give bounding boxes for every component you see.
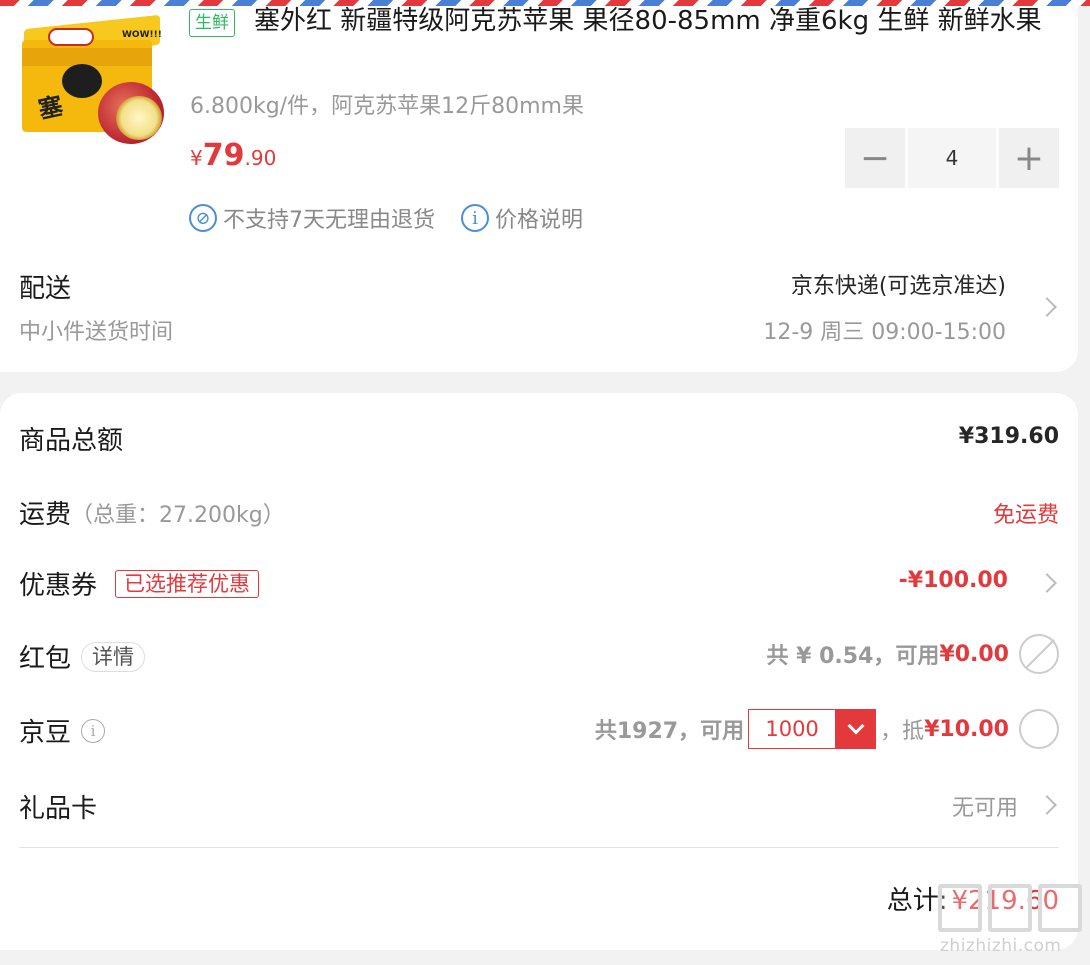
jingdou-radio[interactable] bbox=[1019, 709, 1059, 749]
price-decimal: .90 bbox=[244, 146, 277, 170]
price-info-text: 价格说明 bbox=[495, 208, 584, 233]
no-return-icon: ⊘ bbox=[189, 204, 217, 232]
quantity-input[interactable]: 4 bbox=[908, 128, 996, 188]
watermark-glyph bbox=[988, 884, 1032, 932]
no-return-notice[interactable]: ⊘ 不支持7天无理由退货 bbox=[189, 202, 435, 234]
redpacket-value: ¥0.00 bbox=[939, 641, 1009, 667]
redpacket-total: 共 ¥ 0.54，可用 bbox=[766, 644, 940, 669]
jingdou-label: 京豆 bbox=[19, 718, 72, 748]
fresh-tag: 生鲜 bbox=[189, 9, 235, 37]
jingdou-deduct-value: ¥10.00 bbox=[924, 716, 1009, 742]
jingdou-right: 共1927，可用 1000 ，抵 ¥10.00 bbox=[595, 709, 1059, 749]
delivery-sub-label: 中小件送货时间 bbox=[19, 320, 174, 345]
watermark-glyph bbox=[938, 884, 982, 932]
no-return-text: 不支持7天无理由退货 bbox=[223, 208, 435, 233]
watermark-glyph bbox=[1038, 884, 1082, 932]
delivery-label: 配送 bbox=[19, 274, 72, 304]
jingdou-amount-select[interactable]: 1000 bbox=[748, 709, 877, 749]
goods-total-label: 商品总额 bbox=[19, 426, 124, 456]
goods-total-value: ¥319.60 bbox=[958, 424, 1059, 449]
summary-divider bbox=[19, 847, 1059, 848]
product-title[interactable]: 塞外红 新疆特级阿克苏苹果 果径80-85mm 净重6kg 生鲜 新鲜水果 bbox=[190, 0, 1060, 42]
shipping-weight: （总重：27.200kg） bbox=[71, 502, 285, 528]
coupon-label: 优惠券 bbox=[19, 571, 98, 601]
giftcard-value[interactable]: 无可用 bbox=[952, 790, 1018, 822]
product-price: ¥79.90 bbox=[190, 138, 276, 173]
price-info-link[interactable]: i 价格说明 bbox=[461, 202, 583, 234]
coupon-row[interactable]: 优惠券 已选推荐优惠 bbox=[19, 565, 260, 602]
jingdou-info-icon[interactable]: i bbox=[81, 718, 106, 743]
decrease-button[interactable]: − bbox=[845, 128, 905, 188]
giftcard-label: 礼品卡 bbox=[19, 794, 98, 824]
site-watermark: zhizhizhi.com bbox=[938, 884, 1084, 960]
delivery-chevron-icon[interactable] bbox=[1037, 297, 1057, 317]
jingdou-amount-input[interactable]: 1000 bbox=[748, 709, 837, 749]
delivery-method[interactable]: 京东快递(可选京准达) bbox=[791, 268, 1006, 300]
jingdou-total: 共1927，可用 bbox=[594, 719, 745, 744]
coupon-selected-tag: 已选推荐优惠 bbox=[115, 569, 260, 598]
info-icon: i bbox=[461, 204, 489, 232]
coupon-value[interactable]: -¥100.00 bbox=[899, 568, 1008, 593]
jingdou-deduct-prefix: ，抵 bbox=[880, 719, 925, 744]
price-currency: ¥ bbox=[190, 146, 203, 170]
shipping-value: 免运费 bbox=[992, 503, 1059, 528]
quantity-stepper: − 4 + bbox=[845, 128, 1059, 188]
redpacket-row: 红包 详情 bbox=[19, 638, 146, 675]
shipping-row: 运费 （总重：27.200kg） bbox=[19, 494, 285, 531]
increase-button[interactable]: + bbox=[999, 128, 1059, 188]
product-card: WOW!!! 塞 塞外红 新疆特级阿克苏苹果 果径80-85mm 净重6kg 生… bbox=[0, 0, 1078, 372]
chevron-down-icon[interactable] bbox=[836, 709, 877, 749]
product-image[interactable]: WOW!!! 塞 bbox=[18, 8, 168, 148]
redpacket-detail-button[interactable]: 详情 bbox=[81, 641, 146, 672]
watermark-text: zhizhizhi.com bbox=[940, 936, 1062, 956]
product-spec: 6.800kg/件，阿克苏苹果12斤80mm果 bbox=[190, 94, 584, 119]
redpacket-disabled-radio bbox=[1019, 634, 1059, 674]
redpacket-right: 共 ¥ 0.54，可用 ¥0.00 bbox=[766, 634, 1059, 674]
jingdou-row: 京豆 i bbox=[19, 712, 106, 749]
redpacket-label: 红包 bbox=[19, 644, 72, 674]
airmail-border bbox=[0, 0, 1090, 6]
price-integer: 79 bbox=[202, 138, 245, 173]
delivery-time[interactable]: 12-9 周三 09:00-15:00 bbox=[763, 314, 1006, 346]
shipping-label: 运费 bbox=[19, 500, 72, 530]
